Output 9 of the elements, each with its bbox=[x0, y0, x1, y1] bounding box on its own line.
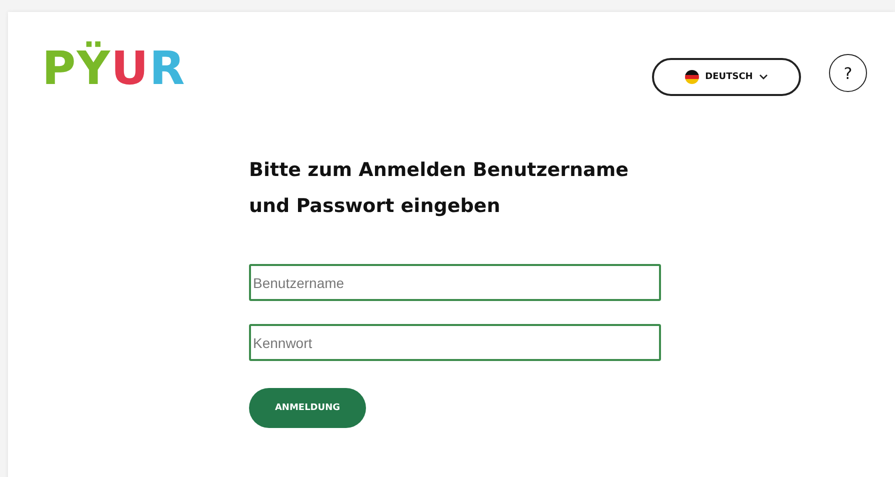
login-button[interactable]: ANMELDUNG bbox=[249, 388, 366, 428]
input-field[interactable]: Kennwort bbox=[249, 324, 661, 361]
language-button[interactable]: DEUTSCH bbox=[652, 58, 801, 96]
chevron-icon bbox=[758, 74, 768, 80]
help-button[interactable]: ? bbox=[829, 54, 867, 92]
flag-icon bbox=[685, 70, 700, 84]
input-field[interactable]: Benutzername bbox=[249, 264, 661, 301]
logo: PŸUR bbox=[42, 42, 186, 94]
heading: Bitte zum Anmelden Benutzername und Passwort eingeben bbox=[249, 158, 630, 219]
